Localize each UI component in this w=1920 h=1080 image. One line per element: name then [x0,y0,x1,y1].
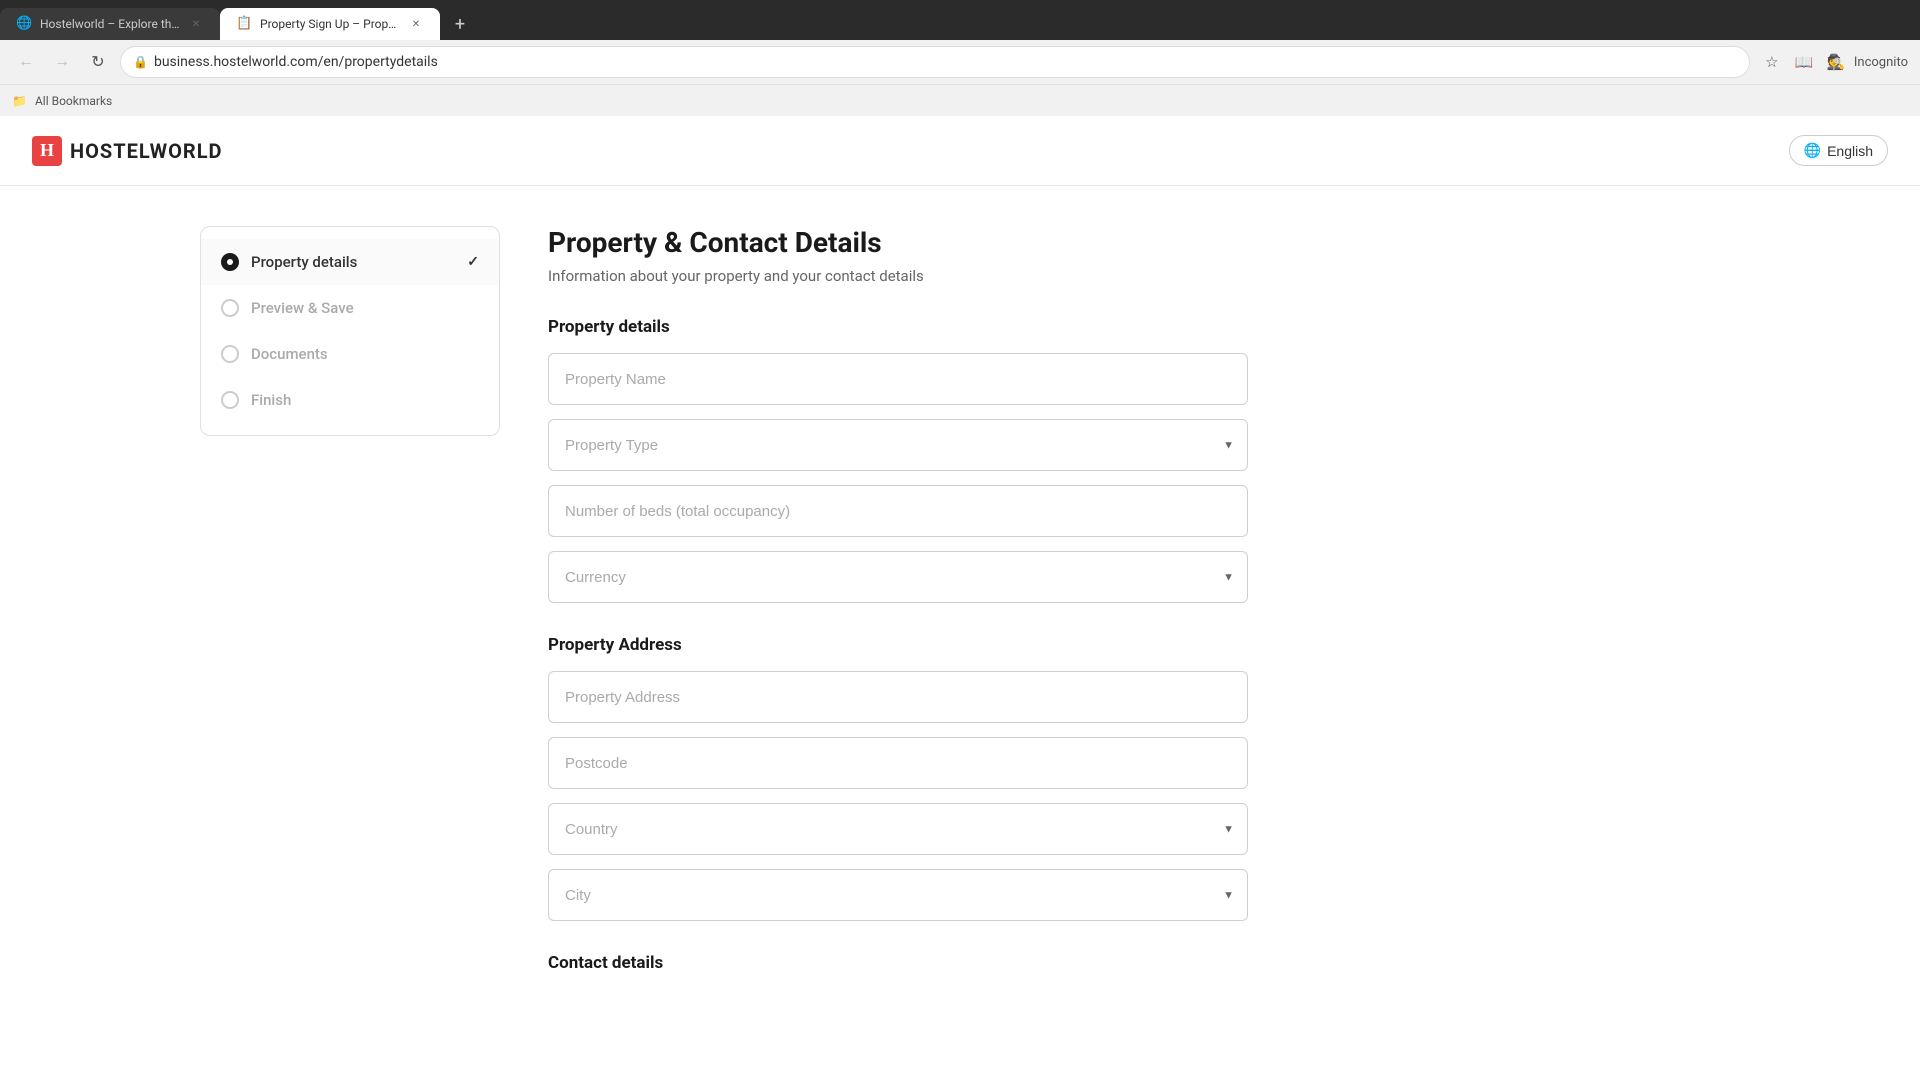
radio-property-details [221,253,239,271]
language-label: English [1827,143,1873,159]
sidebar-label-property-details: Property details [251,253,455,271]
country-select[interactable]: Country [548,803,1248,855]
section-gap-address: Property Address [548,635,1248,655]
incognito-button[interactable]: 🕵 [1822,48,1850,76]
bookmark-star-button[interactable]: ☆ [1758,48,1786,76]
tab1-title: Hostelworld – Explore the worl... [40,17,180,31]
tab-1[interactable]: 🌐 Hostelworld – Explore the worl... ✕ [0,8,220,40]
property-details-section-title: Property details [548,317,1248,337]
num-beds-input[interactable] [548,485,1248,537]
logo-letter: H [40,140,54,161]
logo-box: H [32,136,62,166]
sidebar: Property details ✓ Preview & Save Docume… [200,226,500,977]
property-type-group: Property Type [548,419,1248,471]
sidebar-label-finish: Finish [251,391,479,409]
property-address-group [548,671,1248,723]
city-group: City [548,869,1248,921]
reading-list-button[interactable]: 📖 [1790,48,1818,76]
radio-finish [221,391,239,409]
check-icon-property-details: ✓ [467,254,479,270]
new-tab-button[interactable]: + [444,8,476,40]
sidebar-label-documents: Documents [251,345,479,363]
nav-bar: ← → ↻ 🔒 business.hostelworld.com/en/prop… [0,40,1920,84]
sidebar-card: Property details ✓ Preview & Save Docume… [200,226,500,436]
city-select-wrapper: City [548,869,1248,921]
radio-inner [227,259,233,265]
currency-select[interactable]: Currency [548,551,1248,603]
contact-details-section-title: Contact details [548,953,1248,973]
globe-icon: 🌐 [1804,142,1821,159]
city-select[interactable]: City [548,869,1248,921]
currency-select-wrapper: Currency [548,551,1248,603]
property-type-select[interactable]: Property Type [548,419,1248,471]
address-text: business.hostelworld.com/en/propertydeta… [154,54,438,70]
sidebar-item-preview-save[interactable]: Preview & Save [201,285,499,331]
country-group: Country [548,803,1248,855]
sidebar-item-property-details[interactable]: Property details ✓ [201,239,499,285]
tab2-favicon: 📋 [236,16,252,32]
page-subtitle: Information about your property and your… [548,267,1248,285]
bookmarks-label[interactable]: All Bookmarks [35,94,112,108]
browser-chrome: 🌐 Hostelworld – Explore the worl... ✕ 📋 … [0,0,1920,116]
tab2-title: Property Sign Up – Property an... [260,17,400,31]
section-gap-contact: Contact details [548,953,1248,973]
page-content: H HOSTELWORLD 🌐 English Property details… [0,116,1920,1017]
lock-icon: 🔒 [133,55,148,69]
nav-right: ☆ 📖 🕵 Incognito [1758,48,1908,76]
logo: H HOSTELWORLD [32,136,223,166]
language-button[interactable]: 🌐 English [1789,135,1888,166]
tab2-close[interactable]: ✕ [408,16,424,32]
sidebar-label-preview-save: Preview & Save [251,299,479,317]
bookmarks-folder-icon: 📁 [12,94,27,108]
tab-bar: 🌐 Hostelworld – Explore the worl... ✕ 📋 … [0,0,1920,40]
incognito-label: Incognito [1854,55,1908,70]
radio-documents [221,345,239,363]
property-address-input[interactable] [548,671,1248,723]
tab1-favicon: 🌐 [16,16,32,32]
num-beds-group [548,485,1248,537]
postcode-input[interactable] [548,737,1248,789]
property-name-group [548,353,1248,405]
sidebar-item-documents[interactable]: Documents [201,331,499,377]
back-button[interactable]: ← [12,48,40,76]
sidebar-item-finish[interactable]: Finish [201,377,499,423]
property-address-section-title: Property Address [548,635,1248,655]
postcode-group [548,737,1248,789]
country-select-wrapper: Country [548,803,1248,855]
tab-2[interactable]: 📋 Property Sign Up – Property an... ✕ [220,8,440,40]
main-content: Property details ✓ Preview & Save Docume… [0,186,1920,1017]
logo-text: HOSTELWORLD [70,139,223,163]
site-header: H HOSTELWORLD 🌐 English [0,116,1920,186]
tab1-close[interactable]: ✕ [188,16,204,32]
radio-preview-save [221,299,239,317]
forward-button[interactable]: → [48,48,76,76]
bookmarks-bar: 📁 All Bookmarks [0,84,1920,116]
property-type-select-wrapper: Property Type [548,419,1248,471]
property-name-input[interactable] [548,353,1248,405]
address-bar[interactable]: 🔒 business.hostelworld.com/en/propertyde… [120,46,1750,78]
currency-group: Currency [548,551,1248,603]
reload-button[interactable]: ↻ [84,48,112,76]
page-title: Property & Contact Details [548,226,1248,259]
form-area: Property & Contact Details Information a… [548,226,1248,977]
